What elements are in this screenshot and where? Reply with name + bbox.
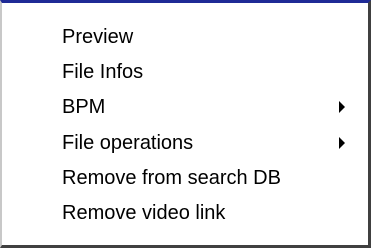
menu-item-label: File Infos [62,61,144,83]
menu-item-file-operations[interactable]: File operations [2,126,368,160]
submenu-arrow-icon [339,101,345,113]
menu-item-label: Remove video link [62,202,226,224]
menu-item-file-infos[interactable]: File Infos [2,55,368,89]
submenu-arrow-icon [339,137,345,149]
menu-item-label: BPM [62,96,106,118]
menu-item-remove-video-link[interactable]: Remove video link [2,196,368,230]
menu-item-remove-from-search-db[interactable]: Remove from search DB [2,161,368,195]
menu-item-preview[interactable]: Preview [2,20,368,54]
menu-item-bpm[interactable]: BPM [2,90,368,124]
context-menu: Preview File Infos BPM File operations R… [0,0,371,248]
menu-item-label: Remove from search DB [62,167,281,189]
menu-item-label: File operations [62,132,194,154]
menu-item-label: Preview [62,26,134,48]
